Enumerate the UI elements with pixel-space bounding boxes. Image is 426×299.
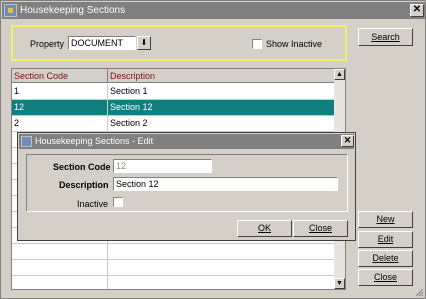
chevron-down-icon: ⬇ [140, 38, 148, 47]
dialog-close-action-button[interactable]: Close [293, 220, 348, 237]
search-button[interactable]: Search [358, 28, 413, 46]
scroll-up-arrow-icon[interactable]: ▲ [334, 69, 345, 80]
inactive-checkbox[interactable] [113, 197, 123, 207]
window-close-button[interactable]: ✕ [410, 4, 424, 17]
column-header-section-code[interactable]: Section Code [13, 69, 108, 83]
new-button[interactable]: New [358, 211, 413, 228]
main-window: Housekeeping Sections ✕ Property DOCUMEN… [0, 0, 426, 299]
resize-grip-icon[interactable] [414, 287, 424, 297]
cell-section-code: 2 [13, 116, 108, 131]
dialog-app-icon [21, 136, 32, 147]
ok-button-label: OK [257, 223, 271, 233]
column-header-description[interactable]: Description [109, 69, 335, 83]
cell-section-code: 12 [13, 100, 108, 115]
property-dropdown-button[interactable]: ⬇ [137, 36, 151, 50]
dialog-title-bar: Housekeeping Sections - Edit ✕ [19, 134, 354, 149]
section-code-label: Section Code [53, 162, 111, 172]
inactive-label: Inactive [77, 199, 109, 209]
edit-button[interactable]: Edit [358, 231, 413, 248]
close-icon: ✕ [343, 135, 352, 145]
cell-description: Section 12 [110, 102, 153, 112]
table-row-empty[interactable] [12, 260, 335, 276]
delete-button-label: Delete [372, 253, 399, 263]
description-field[interactable]: Section 12 [113, 177, 338, 191]
search-button-label: Search [371, 32, 400, 42]
delete-button[interactable]: Delete [358, 250, 413, 267]
edit-dialog: Housekeeping Sections - Edit ✕ Section C… [17, 132, 356, 241]
table-row[interactable]: 2 Section 2 [12, 116, 335, 132]
show-inactive-checkbox[interactable] [252, 39, 262, 49]
show-inactive-label: Show Inactive [266, 39, 323, 49]
cell-description: Section 1 [110, 86, 148, 96]
section-code-field[interactable]: 12 [113, 159, 212, 173]
close-button[interactable]: Close [358, 269, 413, 286]
property-select[interactable]: DOCUMENT [68, 36, 136, 50]
dialog-close-button[interactable]: ✕ [341, 135, 354, 147]
table-row-empty[interactable] [12, 276, 335, 289]
window-title: Housekeeping Sections [20, 5, 126, 16]
description-label: Description [59, 180, 109, 190]
edit-button-label: Edit [377, 234, 394, 244]
dialog-close-button-label: Close [308, 223, 332, 233]
cell-section-code: 1 [13, 84, 108, 99]
scroll-down-arrow-icon[interactable]: ▼ [334, 278, 345, 289]
property-label: Property [30, 39, 65, 49]
cell-description: Section 2 [110, 118, 148, 128]
close-icon: ✕ [412, 4, 422, 15]
table-row[interactable]: 1 Section 1 [12, 84, 335, 100]
table-header: Section Code Description [12, 69, 335, 83]
table-row-empty[interactable] [12, 244, 335, 260]
title-bar: Housekeeping Sections [2, 2, 425, 19]
close-button-label: Close [373, 272, 397, 282]
new-button-label: New [376, 214, 395, 224]
table-row-selected[interactable]: 12 Section 12 [12, 100, 335, 116]
app-icon [4, 4, 17, 17]
dialog-title: Housekeeping Sections - Edit [35, 136, 154, 146]
ok-button[interactable]: OK [237, 220, 292, 237]
